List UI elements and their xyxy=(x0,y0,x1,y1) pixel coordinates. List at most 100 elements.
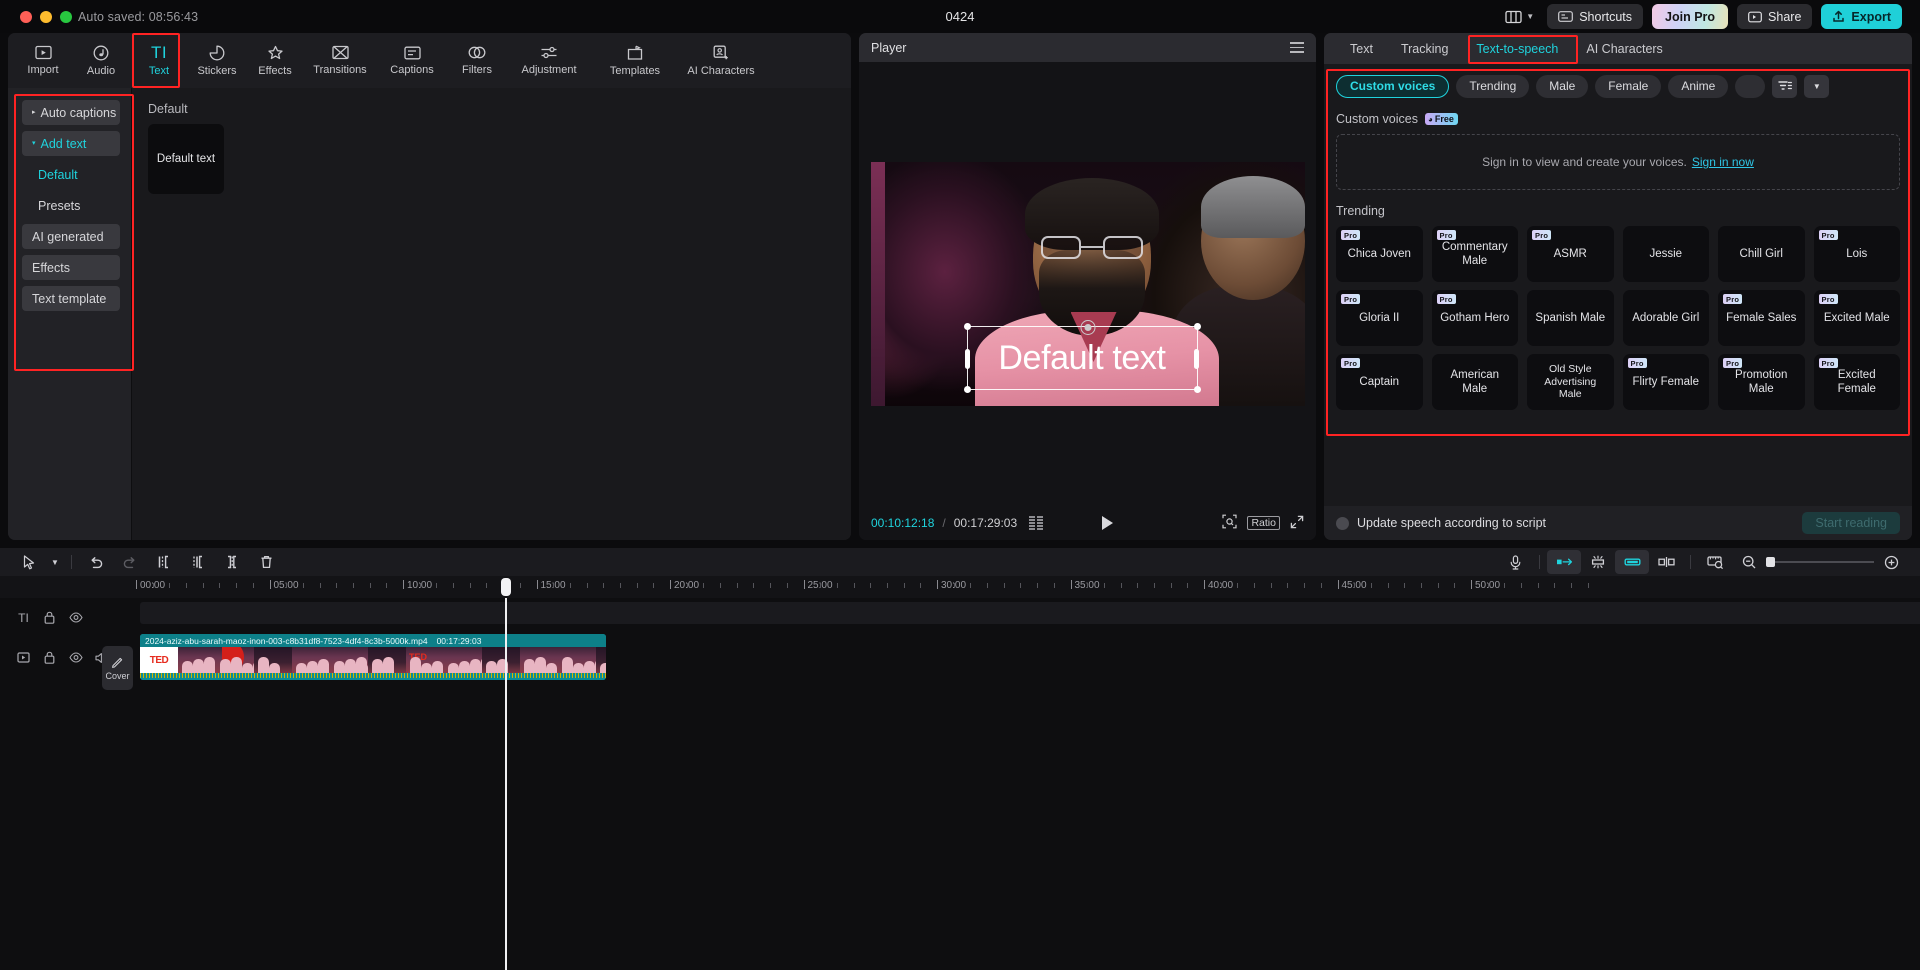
snap-left-icon[interactable] xyxy=(1547,550,1581,574)
default-text-card[interactable]: Default text xyxy=(148,124,224,194)
fullscreen-icon[interactable] xyxy=(1290,515,1304,532)
voice-card[interactable]: Pro Female Sales xyxy=(1718,290,1805,346)
tool-stickers[interactable]: Stickers xyxy=(188,36,246,85)
voice-card[interactable]: Pro Chica Joven xyxy=(1336,226,1423,282)
snap-right-icon[interactable] xyxy=(1615,550,1649,574)
voice-card[interactable]: Jessie xyxy=(1622,226,1709,282)
voice-card[interactable]: Old Style Advertising Male xyxy=(1527,354,1614,410)
ruler-zoom-icon[interactable] xyxy=(1698,550,1732,574)
playhead-handle[interactable] xyxy=(501,578,511,596)
voice-card[interactable]: Pro Promotion Male xyxy=(1718,354,1805,410)
tool-transitions[interactable]: Transitions xyxy=(304,36,376,85)
export-button[interactable]: Export xyxy=(1821,4,1902,29)
zoom-slider-knob[interactable] xyxy=(1766,557,1775,567)
snapshot-icon[interactable] xyxy=(1222,514,1238,532)
voice-card[interactable]: Spanish Male xyxy=(1527,290,1614,346)
video-clip[interactable]: 2024-aziz-abu-sarah-maoz-inon-003-c8b31d… xyxy=(140,634,606,680)
text-track-lane[interactable] xyxy=(140,602,1920,624)
resize-handle[interactable] xyxy=(1193,386,1201,393)
tool-templates[interactable]: Templates xyxy=(592,36,678,85)
chip-more[interactable] xyxy=(1735,74,1766,98)
trim-icon[interactable] xyxy=(1649,550,1683,574)
tool-text[interactable]: TI Text xyxy=(130,36,188,85)
tab-tracking[interactable]: Tracking xyxy=(1387,33,1462,64)
voiceover-icon[interactable] xyxy=(1498,550,1532,574)
tool-adjustment[interactable]: Adjustment xyxy=(506,36,592,85)
tab-text-to-speech[interactable]: Text-to-speech xyxy=(1462,33,1572,64)
delete-icon[interactable] xyxy=(249,550,283,574)
text-overlay-box[interactable]: Default text xyxy=(963,323,1201,393)
play-button[interactable] xyxy=(1101,516,1113,530)
ratio-button[interactable]: Ratio xyxy=(1247,516,1280,530)
cover-button[interactable]: Cover xyxy=(102,646,133,690)
visibility-icon[interactable] xyxy=(68,610,83,625)
chip-custom-voices[interactable]: Custom voices xyxy=(1336,74,1450,98)
join-pro-button[interactable]: Join Pro xyxy=(1652,4,1729,29)
voice-card[interactable]: Pro ASMR xyxy=(1527,226,1614,282)
voice-card[interactable]: Pro Commentary Male xyxy=(1431,226,1518,282)
zoom-out-icon[interactable] xyxy=(1732,550,1766,574)
voice-card[interactable]: Pro Gloria II xyxy=(1336,290,1423,346)
player-menu-icon[interactable] xyxy=(1290,42,1304,53)
voice-card[interactable]: Pro Excited Male xyxy=(1813,290,1900,346)
voice-card[interactable]: Chill Girl xyxy=(1718,226,1805,282)
signin-link[interactable]: Sign in now xyxy=(1692,155,1754,169)
tool-captions[interactable]: Captions xyxy=(376,36,448,85)
voice-card[interactable]: Pro Flirty Female xyxy=(1622,354,1709,410)
resize-handle[interactable] xyxy=(963,386,971,393)
share-button[interactable]: Share xyxy=(1737,4,1813,29)
tool-effects[interactable]: Effects xyxy=(246,36,304,85)
tool-ai-characters[interactable]: AI Characters xyxy=(678,36,764,85)
chip-trending[interactable]: Trending xyxy=(1456,74,1530,98)
split-clip-icon[interactable] xyxy=(215,550,249,574)
tool-audio[interactable]: Audio xyxy=(72,36,130,85)
sidebar-item-presets[interactable]: Presets xyxy=(22,193,120,218)
sidebar-item-default[interactable]: Default xyxy=(22,162,120,187)
redo-icon[interactable] xyxy=(113,550,147,574)
close-window-button[interactable] xyxy=(20,10,32,23)
tool-import[interactable]: Import xyxy=(14,36,72,85)
align-center-icon[interactable] xyxy=(1581,550,1615,574)
tool-dropdown-icon[interactable]: ▼ xyxy=(46,550,64,574)
split-right-icon[interactable] xyxy=(181,550,215,574)
resize-handle[interactable] xyxy=(1194,349,1199,369)
sidebar-item-text-template[interactable]: Text template xyxy=(22,286,120,311)
video-preview[interactable]: Default text xyxy=(870,162,1305,406)
sidebar-item-effects[interactable]: Effects xyxy=(22,255,120,280)
chip-female[interactable]: Female xyxy=(1595,74,1662,98)
tab-text[interactable]: Text xyxy=(1336,33,1387,64)
voice-card[interactable]: Pro Captain xyxy=(1336,354,1423,410)
playhead[interactable] xyxy=(505,598,507,970)
sidebar-item-auto-captions[interactable]: ▸ Auto captions xyxy=(22,100,120,125)
lock-icon[interactable] xyxy=(42,650,57,665)
dropdown-icon[interactable]: ▼ xyxy=(1804,74,1830,98)
tab-ai-characters[interactable]: AI Characters xyxy=(1572,33,1676,64)
resize-handle[interactable] xyxy=(965,349,970,369)
frame-view-icon[interactable] xyxy=(1029,516,1044,530)
window-controls[interactable] xyxy=(20,10,72,23)
sidebar-item-ai-generated[interactable]: AI generated xyxy=(22,224,120,249)
lock-icon[interactable] xyxy=(42,610,57,625)
sidebar-item-add-text[interactable]: ▾ Add text xyxy=(22,131,120,156)
filter-icon[interactable] xyxy=(1772,74,1798,98)
shortcuts-button[interactable]: Shortcuts xyxy=(1547,4,1644,29)
update-speech-checkbox[interactable] xyxy=(1336,516,1349,530)
visibility-icon[interactable] xyxy=(68,650,83,665)
tool-filters[interactable]: Filters xyxy=(448,36,506,85)
rotate-handle-icon[interactable] xyxy=(1080,320,1095,335)
voice-card[interactable]: Pro Lois xyxy=(1813,226,1900,282)
zoom-in-icon[interactable] xyxy=(1874,550,1908,574)
minimize-window-button[interactable] xyxy=(40,10,52,23)
voice-card[interactable]: Pro Excited Female xyxy=(1813,354,1900,410)
split-left-icon[interactable] xyxy=(147,550,181,574)
voice-card[interactable]: Pro Gotham Hero xyxy=(1431,290,1518,346)
resize-handle[interactable] xyxy=(963,323,971,330)
chip-male[interactable]: Male xyxy=(1536,74,1589,98)
timeline-ruler[interactable]: 00:0005:0010:0015:0020:0025:0030:0035:00… xyxy=(0,576,1920,598)
zoom-slider[interactable] xyxy=(1766,557,1874,567)
undo-icon[interactable] xyxy=(79,550,113,574)
voice-card[interactable]: Adorable Girl xyxy=(1622,290,1709,346)
select-tool-icon[interactable] xyxy=(12,550,46,574)
resize-handle[interactable] xyxy=(1193,323,1201,330)
chip-anime[interactable]: Anime xyxy=(1668,74,1729,98)
